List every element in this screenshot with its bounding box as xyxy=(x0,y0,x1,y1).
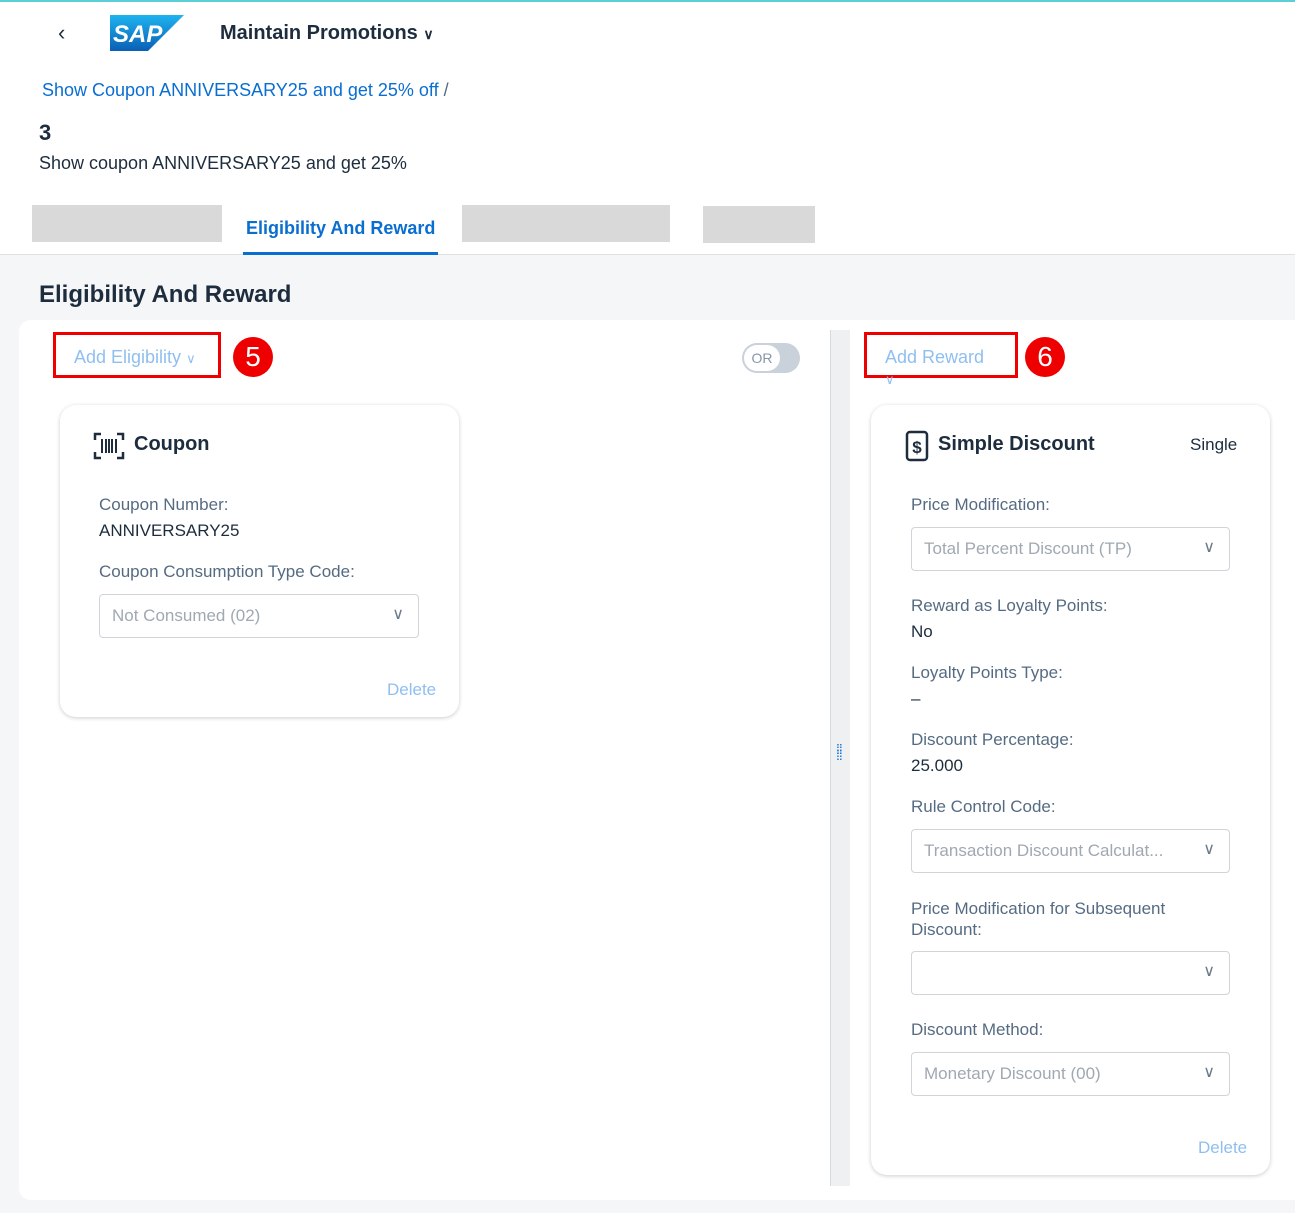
back-button[interactable]: ‹ xyxy=(58,20,65,46)
discount-method-value: Monetary Discount (00) xyxy=(924,1064,1101,1083)
price-mod-select[interactable]: Total Percent Discount (TP) ∨ xyxy=(911,527,1230,571)
chevron-down-icon: ∨ xyxy=(1203,841,1215,858)
consumption-type-label: Coupon Consumption Type Code: xyxy=(99,562,355,581)
loyalty-type-value: – xyxy=(911,689,921,708)
app-title-menu[interactable]: Maintain Promotions ∨ xyxy=(220,22,434,45)
sap-logo: SAP xyxy=(110,15,184,51)
breadcrumb-separator: / xyxy=(443,80,449,100)
loyalty-label: Reward as Loyalty Points: xyxy=(911,596,1108,615)
discount-card-title: Simple Discount xyxy=(938,433,1095,455)
chevron-down-icon: ∨ xyxy=(423,26,434,42)
toggle-label: OR xyxy=(744,345,780,371)
discount-type: Single xyxy=(1190,435,1238,454)
svg-text:SAP: SAP xyxy=(113,21,163,48)
tab-eligibility-and-reward[interactable]: Eligibility And Reward xyxy=(243,205,439,255)
add-reward-label: Add Reward xyxy=(885,347,985,367)
discount-method-select[interactable]: Monetary Discount (00) ∨ xyxy=(911,1052,1230,1096)
step-badge-5: 5 xyxy=(233,337,273,377)
price-mod-value: Total Percent Discount (TP) xyxy=(924,539,1132,558)
object-description: Show coupon ANNIVERSARY25 and get 25% xyxy=(39,153,407,173)
tab-redacted-2[interactable] xyxy=(462,205,670,242)
add-eligibility-button[interactable]: Add Eligibility ∨ xyxy=(53,332,221,378)
consumption-type-select[interactable]: Not Consumed (02) ∨ xyxy=(99,594,419,638)
chevron-down-icon: ∨ xyxy=(1203,539,1215,556)
step-badge-6: 6 xyxy=(1025,337,1065,377)
rule-control-label: Rule Control Code: xyxy=(911,797,1056,816)
loyalty-type-label: Loyalty Points Type: xyxy=(911,663,1063,682)
discount-pct-label: Discount Percentage: xyxy=(911,730,1074,749)
rule-control-value: Transaction Discount Calculat... xyxy=(924,841,1164,860)
add-eligibility-label: Add Eligibility xyxy=(74,347,182,367)
coupon-card: Coupon Coupon Number: ANNIVERSARY25 Coup… xyxy=(60,405,459,717)
simple-discount-card: $ Simple Discount Single Price Modificat… xyxy=(871,405,1270,1175)
discount-method-label: Discount Method: xyxy=(911,1020,1044,1039)
subsequent-label: Price Modification for Subsequent Discou… xyxy=(911,899,1166,939)
add-reward-button[interactable]: Add Reward ∨ xyxy=(864,332,1018,387)
chevron-down-icon: ∨ xyxy=(186,351,196,366)
tab-redacted-1[interactable] xyxy=(32,205,222,242)
coupon-number-label: Coupon Number: xyxy=(99,495,229,514)
breadcrumb-link[interactable]: Show Coupon ANNIVERSARY25 and get 25% of… xyxy=(42,80,439,100)
chevron-down-icon: ∨ xyxy=(392,606,404,623)
coupon-card-title: Coupon xyxy=(134,433,210,455)
breadcrumb: Show Coupon ANNIVERSARY25 and get 25% of… xyxy=(42,80,449,101)
delete-coupon-button[interactable]: Delete xyxy=(387,680,436,700)
price-mod-label: Price Modification: xyxy=(911,495,1050,514)
svg-text:$: $ xyxy=(912,438,922,457)
subsequent-select[interactable]: ∨ xyxy=(911,951,1230,995)
chevron-down-icon: ∨ xyxy=(1203,1064,1215,1081)
or-toggle[interactable]: OR xyxy=(742,343,800,373)
chevron-down-icon: ∨ xyxy=(1203,963,1215,980)
consumption-type-value: Not Consumed (02) xyxy=(112,606,261,625)
delete-discount-button[interactable]: Delete xyxy=(1198,1138,1247,1158)
coupon-number-value: ANNIVERSARY25 xyxy=(99,521,240,540)
rule-control-select[interactable]: Transaction Discount Calculat... ∨ xyxy=(911,829,1230,873)
drag-handle-icon[interactable]: ⁞⁞ ⁞⁞ xyxy=(836,742,843,762)
tab-redacted-3[interactable] xyxy=(703,206,815,243)
discount-pct-value: 25.000 xyxy=(911,756,963,775)
barcode-icon xyxy=(93,432,125,460)
object-number: 3 xyxy=(39,120,52,145)
chevron-down-icon: ∨ xyxy=(885,372,895,387)
dollar-icon: $ xyxy=(905,430,929,462)
app-title: Maintain Promotions xyxy=(220,22,418,44)
loyalty-value: No xyxy=(911,622,933,641)
section-title: Eligibility And Reward xyxy=(39,281,292,308)
